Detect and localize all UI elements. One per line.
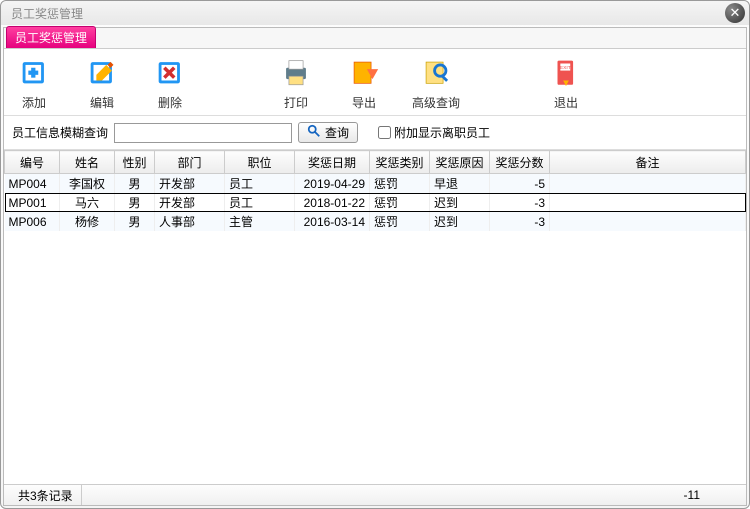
cell-sex: 男: [115, 193, 155, 212]
record-count: 共3条记录: [10, 485, 82, 505]
print-button[interactable]: 打印: [276, 55, 316, 111]
print-label: 打印: [284, 94, 308, 111]
cell-score: -5: [490, 174, 550, 194]
col-header[interactable]: 奖惩原因: [430, 151, 490, 174]
col-header[interactable]: 职位: [225, 151, 295, 174]
table-row[interactable]: MP001马六男开发部员工2018-01-22惩罚迟到-3: [5, 193, 746, 212]
edit-button[interactable]: 编辑: [82, 55, 122, 111]
cell-note: [550, 212, 746, 231]
cell-score: -3: [490, 212, 550, 231]
cell-type: 惩罚: [370, 193, 430, 212]
export-label: 导出: [352, 94, 376, 111]
col-header[interactable]: 备注: [550, 151, 746, 174]
delete-button[interactable]: 删除: [150, 55, 190, 111]
show-resigned-label: 附加显示离职员工: [394, 124, 490, 141]
window-title: 员工奖惩管理: [11, 5, 83, 22]
cell-id: MP006: [5, 212, 60, 231]
delete-label: 删除: [158, 94, 182, 111]
cell-dept: 开发部: [155, 193, 225, 212]
content: 员工奖惩管理 添加 编辑 删除 打印 导出: [3, 27, 747, 506]
cell-note: [550, 193, 746, 212]
cell-score: -3: [490, 193, 550, 212]
col-header[interactable]: 奖惩日期: [295, 151, 370, 174]
show-resigned-checkbox[interactable]: 附加显示离职员工: [378, 124, 490, 141]
data-grid[interactable]: 编号姓名性别部门职位奖惩日期奖惩类别奖惩原因奖惩分数备注 MP004李国权男开发…: [4, 150, 746, 484]
col-header[interactable]: 奖惩分数: [490, 151, 550, 174]
window: 员工奖惩管理 ✕ 员工奖惩管理 添加 编辑 删除 打印: [0, 0, 750, 509]
close-button[interactable]: ✕: [725, 3, 745, 23]
toolbar: 添加 编辑 删除 打印 导出 高级查询: [4, 49, 746, 116]
search-bar: 员工信息模糊查询 查询 附加显示离职员工: [4, 116, 746, 150]
tab-rewards[interactable]: 员工奖惩管理: [6, 26, 96, 48]
cell-name: 马六: [60, 193, 115, 212]
cell-dept: 人事部: [155, 212, 225, 231]
svg-text:EXIT: EXIT: [560, 65, 571, 71]
cell-date: 2016-03-14: [295, 212, 370, 231]
cell-note: [550, 174, 746, 194]
exit-icon: EXIT: [549, 55, 583, 92]
search-input[interactable]: [114, 123, 292, 143]
cell-reason: 早退: [430, 174, 490, 194]
cell-name: 李国权: [60, 174, 115, 194]
export-icon: [347, 55, 381, 92]
tabbar: 员工奖惩管理: [4, 28, 746, 49]
titlebar: 员工奖惩管理 ✕: [1, 1, 749, 25]
delete-icon: [153, 55, 187, 92]
col-header[interactable]: 部门: [155, 151, 225, 174]
col-header[interactable]: 性别: [115, 151, 155, 174]
search-button-label: 查询: [325, 124, 349, 141]
export-button[interactable]: 导出: [344, 55, 384, 111]
cell-date: 2018-01-22: [295, 193, 370, 212]
cell-sex: 男: [115, 174, 155, 194]
add-label: 添加: [22, 94, 46, 111]
add-icon: [17, 55, 51, 92]
cell-reason: 迟到: [430, 212, 490, 231]
col-header[interactable]: 姓名: [60, 151, 115, 174]
show-resigned-input[interactable]: [378, 126, 391, 139]
cell-pos: 员工: [225, 193, 295, 212]
cell-name: 杨修: [60, 212, 115, 231]
advanced-search-button[interactable]: 高级查询: [412, 55, 460, 111]
search-label: 员工信息模糊查询: [12, 124, 108, 141]
add-button[interactable]: 添加: [14, 55, 54, 111]
advsearch-label: 高级查询: [412, 94, 460, 111]
search-button[interactable]: 查询: [298, 122, 358, 143]
search-icon: [419, 55, 453, 92]
cell-sex: 男: [115, 212, 155, 231]
cell-date: 2019-04-29: [295, 174, 370, 194]
cell-reason: 迟到: [430, 193, 490, 212]
col-header[interactable]: 编号: [5, 151, 60, 174]
magnifier-icon: [307, 124, 321, 141]
table-row[interactable]: MP004李国权男开发部员工2019-04-29惩罚早退-5: [5, 174, 746, 194]
cell-pos: 员工: [225, 174, 295, 194]
cell-pos: 主管: [225, 212, 295, 231]
table: 编号姓名性别部门职位奖惩日期奖惩类别奖惩原因奖惩分数备注 MP004李国权男开发…: [4, 150, 746, 231]
print-icon: [279, 55, 313, 92]
score-total: -11: [684, 488, 740, 502]
cell-id: MP001: [5, 193, 60, 212]
exit-button[interactable]: EXIT 退出: [546, 55, 586, 111]
col-header[interactable]: 奖惩类别: [370, 151, 430, 174]
edit-label: 编辑: [90, 94, 114, 111]
cell-dept: 开发部: [155, 174, 225, 194]
exit-label: 退出: [554, 94, 578, 111]
cell-type: 惩罚: [370, 174, 430, 194]
status-bar: 共3条记录 -11: [4, 484, 746, 505]
cell-id: MP004: [5, 174, 60, 194]
edit-icon: [85, 55, 119, 92]
cell-type: 惩罚: [370, 212, 430, 231]
table-row[interactable]: MP006杨修男人事部主管2016-03-14惩罚迟到-3: [5, 212, 746, 231]
